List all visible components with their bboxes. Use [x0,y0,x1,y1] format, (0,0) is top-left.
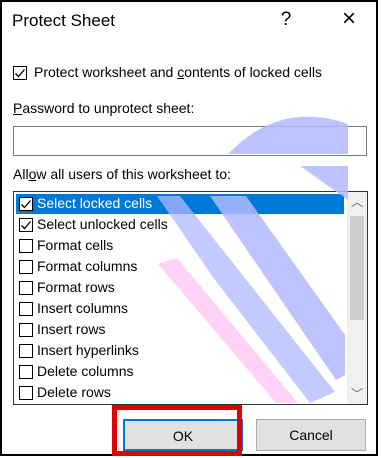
permission-checkbox[interactable] [19,302,33,316]
scroll-up-arrow-icon[interactable]: ︿ [347,192,367,212]
allow-users-label: Allow all users of this worksheet to: [13,166,231,182]
permission-label: Select locked cells [37,195,153,211]
scroll-thumb[interactable] [350,216,364,320]
permission-checkbox[interactable] [19,386,33,400]
checkmark-icon [21,221,31,230]
list-item[interactable]: Delete rows [16,383,344,403]
list-item[interactable]: Format rows [16,278,344,298]
protect-worksheet-checkbox[interactable] [13,66,27,80]
title-bar: Protect Sheet ? × [2,2,376,40]
permission-checkbox[interactable] [19,365,33,379]
permission-checkbox[interactable] [19,197,33,211]
permission-label: Format columns [37,258,138,274]
permission-label: Insert rows [37,321,106,337]
password-input[interactable] [13,126,367,156]
permission-label: Format cells [37,237,114,253]
permission-label: Select unlocked cells [37,216,168,232]
scroll-down-arrow-icon[interactable]: ﹀ [347,384,367,404]
permission-checkbox[interactable] [19,281,33,295]
list-item[interactable]: Format columns [16,257,344,277]
permission-checkbox[interactable] [19,218,33,232]
permissions-listbox[interactable]: Select locked cells Select unlocked cells… [13,191,368,405]
permission-label: Insert hyperlinks [37,342,139,358]
list-item[interactable]: Select unlocked cells [16,215,344,235]
permission-label: Delete rows [37,384,111,400]
checkmark-icon [15,69,25,78]
list-item[interactable]: Insert columns [16,299,344,319]
dialog-title: Protect Sheet [12,11,116,30]
list-item[interactable]: Select locked cells [16,194,344,214]
permission-checkbox[interactable] [19,260,33,274]
password-label: Password to unprotect sheet: [13,100,195,116]
list-item[interactable]: Insert rows [16,320,344,340]
permission-label: Delete columns [37,363,134,379]
scrollbar[interactable]: ︿ ﹀ [347,192,367,404]
permission-label: Insert columns [37,300,129,316]
checkmark-icon [21,200,31,209]
permission-checkbox[interactable] [19,344,33,358]
close-button[interactable]: × [332,7,366,32]
list-item[interactable]: Insert hyperlinks [16,341,344,361]
cancel-button[interactable]: Cancel [256,419,366,451]
list-item[interactable]: Delete columns [16,362,344,382]
permission-label: Format rows [37,279,115,295]
protect-worksheet-label[interactable]: Protect worksheet and contents of locked… [34,64,322,80]
help-button[interactable]: ? [273,8,299,32]
permission-checkbox[interactable] [19,239,33,253]
permission-checkbox[interactable] [19,323,33,337]
list-item[interactable]: Format cells [16,236,344,256]
ok-highlight-box [112,405,242,456]
protect-sheet-dialog: Protect Sheet ? × Protect worksheet and … [0,0,378,456]
